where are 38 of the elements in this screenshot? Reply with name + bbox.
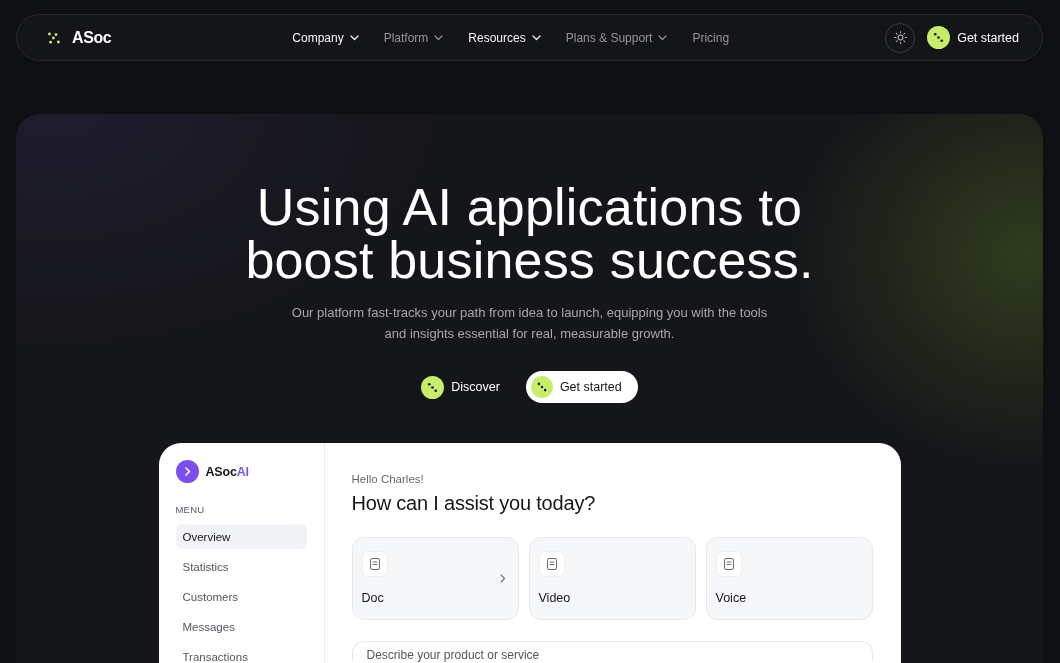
hero-description: Our platform fast-tracks your path from idea to launch, equipping you with the tools and insights essential for real, measurable growth. [291, 304, 768, 343]
app-brand-name: ASocAI [205, 464, 249, 479]
nav-link[interactable]: Pricing [692, 30, 730, 45]
logo-icon [48, 31, 60, 44]
hero-heading: Using AI applications to boost business success. [245, 181, 814, 287]
option-card[interactable]: Video [528, 537, 696, 620]
sidebar-menu-item[interactable]: Customers [175, 584, 307, 609]
chevron-down-icon [658, 34, 668, 41]
sun-icon [893, 31, 907, 44]
dots-icon [421, 375, 445, 399]
nav-link[interactable]: Resources [468, 30, 541, 45]
action-button[interactable]: Get started [525, 371, 638, 403]
get-started-button[interactable]: Get started [927, 26, 1019, 49]
nav-link[interactable]: Platform [383, 30, 444, 45]
nav-link[interactable]: Company [292, 30, 359, 45]
chevron-right-icon [499, 574, 506, 583]
chevron-down-icon [531, 34, 541, 41]
sidebar-menu-item[interactable]: Messages [175, 614, 307, 639]
dots-icon [530, 376, 553, 398]
greeting-text: Hello Charles! [351, 472, 425, 486]
sidebar-menu-item[interactable]: Statistics [175, 554, 307, 579]
nav-link[interactable]: Plans & Support [565, 30, 668, 45]
prompt-input-field[interactable]: Describe your product or service [351, 641, 873, 662]
sidebar-menu-item[interactable]: Overview [175, 524, 307, 549]
chevron-badge-icon [175, 460, 199, 483]
assistant-question-heading: How can I assist you today? [351, 491, 597, 515]
sidebar-menu-item[interactable]: Transactions [175, 644, 307, 663]
option-card[interactable]: Doc [351, 537, 519, 620]
logo-text[interactable]: ASoc [72, 28, 112, 47]
chevron-down-icon [349, 34, 359, 41]
document-icon [538, 551, 565, 577]
document-icon [361, 551, 388, 577]
chevron-down-icon [434, 34, 444, 41]
option-card[interactable]: Voice [705, 537, 873, 620]
dots-icon [927, 26, 951, 49]
document-icon [715, 551, 742, 577]
action-button[interactable]: Discover [421, 371, 500, 403]
menu-section-label: MENU [175, 504, 206, 516]
